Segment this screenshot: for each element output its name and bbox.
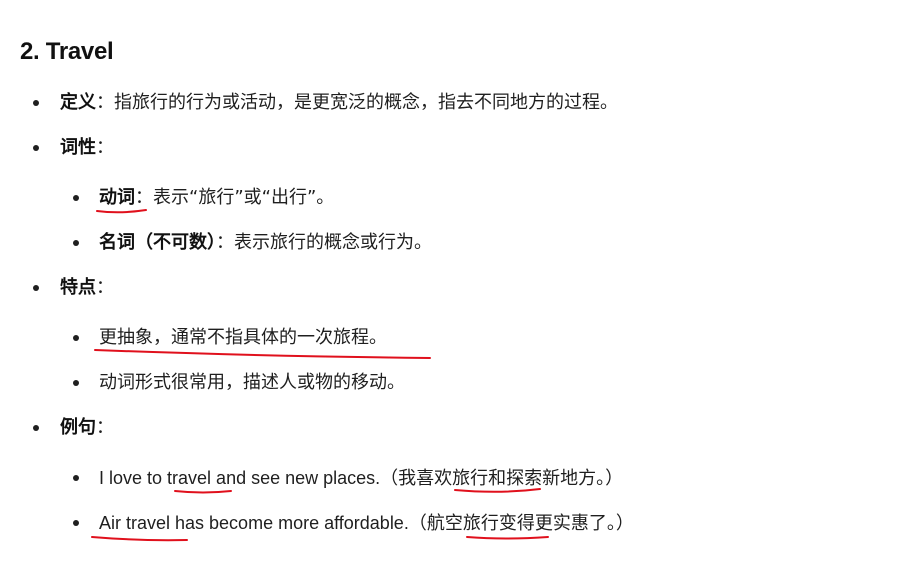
item-label: 动词 bbox=[99, 187, 135, 208]
example-translation: （航空旅行变得更实惠了。） bbox=[408, 513, 634, 534]
item-label: 例句 bbox=[60, 417, 96, 438]
label-separator: ： bbox=[135, 187, 153, 208]
bullet bbox=[33, 425, 39, 431]
item-text: 更抽象，通常不指具体的一次旅程。 bbox=[99, 327, 387, 348]
bullet bbox=[73, 520, 79, 526]
item-text: 表示旅行的概念或行为。 bbox=[234, 232, 432, 253]
label-separator: ： bbox=[96, 137, 114, 158]
label-separator: ： bbox=[96, 417, 114, 438]
bullet bbox=[73, 380, 79, 386]
bullet bbox=[33, 285, 39, 291]
item-text: 指旅行的行为或活动，是更宽泛的概念，指去不同地方的过程。 bbox=[114, 92, 618, 113]
label-separator: ： bbox=[96, 92, 114, 113]
item-text: 表示“旅行”或“出行”。 bbox=[153, 187, 335, 208]
bullet bbox=[73, 475, 79, 481]
item-label: 名词（不可数） bbox=[99, 232, 216, 253]
label-separator: ： bbox=[216, 232, 234, 253]
example-english: I love to travel and see new places. bbox=[99, 468, 381, 488]
bullet bbox=[33, 145, 39, 151]
label-separator: ： bbox=[96, 277, 114, 298]
bullet bbox=[33, 100, 39, 106]
example-translation: （我喜欢旅行和探索新地方。） bbox=[380, 468, 624, 489]
item-label: 词性 bbox=[60, 137, 96, 158]
bullet bbox=[73, 335, 79, 341]
bullet bbox=[73, 240, 79, 246]
example-english: Air travel has become more affordable. bbox=[99, 513, 409, 533]
section-heading: 2. Travel bbox=[20, 38, 114, 65]
item-label: 定义 bbox=[60, 92, 96, 113]
item-text: 动词形式很常用，描述人或物的移动。 bbox=[99, 372, 405, 393]
item-label: 特点 bbox=[60, 277, 96, 298]
bullet bbox=[73, 195, 79, 201]
